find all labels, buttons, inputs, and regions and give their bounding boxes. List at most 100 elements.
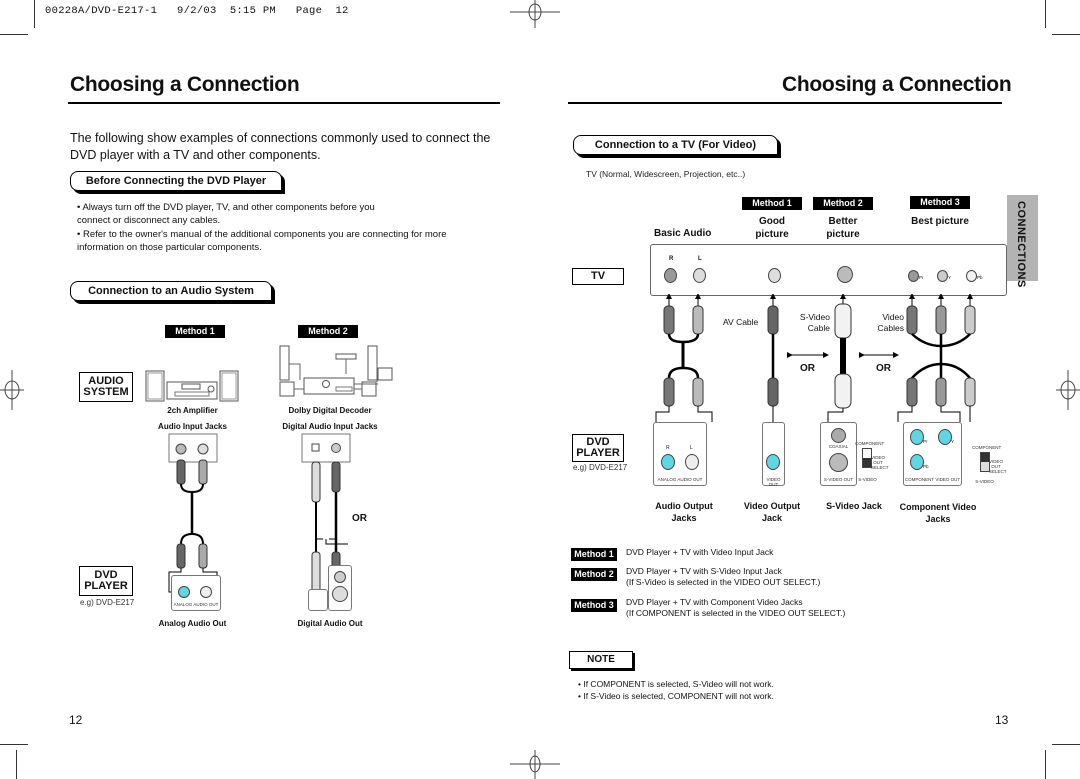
tv-pr-jack [908,270,919,282]
method-1-note-badge: Method 1 [571,548,617,561]
tv-audio-l-jack [693,268,706,283]
tv-back-panel: R L Pr Y Pb [650,244,1007,296]
audio-system-label: AUDIO SYSTEM [79,372,133,402]
quality-best: Best picture [911,216,969,227]
tv-jack-label-pr: Pr [919,275,924,280]
section-heading-tv-connection: Connection to a TV (For Video) [573,135,778,155]
video-cables-label: Video Cables [877,312,904,333]
registration-mark-bottom [510,750,560,779]
analog-audio-out-panel: ANALOG AUDIO OUT [171,575,221,611]
component-pb-jack [910,454,924,470]
panel-caption: COMPONENT VIDEO OUT [904,477,961,482]
basic-audio-label: Basic Audio [654,228,712,239]
tv-label: TV [572,268,624,285]
device-label-dolby-decoder: Dolby Digital Decoder [288,406,372,415]
audio-system-text: AUDIO SYSTEM [83,375,129,398]
registration-mark-top [510,0,560,28]
tv-cable-diagram [655,294,976,422]
note-line: DVD Player + TV with Component Video Jac… [626,597,803,607]
tv-jack-label-pb: Pb [977,275,983,280]
tv-y-jack [937,270,948,282]
method-2-note: DVD Player + TV with S-Video Input Jack … [626,566,820,588]
method-1-badge: Method 1 [742,197,802,210]
side-tab-label: CONNECTIONS [1015,201,1027,288]
title-rule [68,102,500,104]
method-3-note: DVD Player + TV with Component Video Jac… [626,597,845,619]
tv-types-text: TV (Normal, Widescreen, Projection, etc.… [586,169,746,179]
switch-label-component: COMPONENT [855,441,885,446]
device-label-2ch-amplifier: 2ch Amplifier [167,406,218,415]
switch-label-component: COMPONENT [972,445,1002,450]
title-rule [568,102,1002,104]
section-heading-audio-system: Connection to an Audio System [70,281,272,301]
registration-mark-right [1056,370,1080,410]
coaxial-jack [334,571,346,583]
jack-label-l: L [690,445,693,451]
tv-jack-label-y: Y [948,275,952,280]
note-item: • If COMPONENT is selected, S-Video will… [578,679,774,689]
tv-jack-label-r: R [669,256,674,262]
side-tab-connections[interactable]: CONNECTIONS [1007,195,1038,288]
panel-caption: ANALOG AUDIO OUT [657,477,703,482]
dvd-player-label: DVD PLAYER [572,434,624,462]
video-out-jack [766,454,780,470]
switch-label-svideo: S-VIDEO [858,477,877,482]
quality-good: Good picture [755,216,789,240]
av-cable-label: AV Cable [723,317,759,327]
bullet-text: Always turn off the DVD player, TV, and … [77,202,375,226]
component-y-jack [938,429,952,445]
svideo-jack [332,586,348,602]
svideo-out-jack [829,453,848,472]
panel-caption: S-VIDEO OUT [823,477,854,482]
dvd-player-label: DVD PLAYER [79,566,133,596]
bullet-item: • Refer to the owner's manual of the add… [77,229,447,253]
print-slug: 00228A/DVD-E217-1 9/2/03 5:15 PM Page 12 [45,5,349,17]
model-example: e.g) DVD-E217 [80,598,135,607]
analog-l-jack [200,586,212,598]
method-1-badge: Method 1 [165,325,225,338]
video-output-jack-label: Video Output Jack [743,501,801,523]
note-line: (If S-Video is selected in the VIDEO OUT… [626,577,821,587]
method-3-badge: Method 3 [910,196,970,209]
jack-label-pb: Pb [923,464,929,469]
analog-audio-out-label: Analog Audio Out [158,619,227,628]
note-item-text: If COMPONENT is selected, S-Video will n… [583,679,774,689]
method-2-badge: Method 2 [298,325,358,338]
jack-label-r: R [666,445,670,451]
tv-pb-jack [966,270,977,282]
switch-label-svideo: S-VIDEO [975,479,994,484]
method-3-note-badge: Method 3 [571,599,617,612]
analog-r-jack [661,454,675,470]
or-label: OR [352,513,367,524]
tv-jack-label-l: L [698,256,702,262]
analog-r-jack [178,586,190,598]
jack-label-y: Y [951,439,955,444]
jack-label-pr: Pr [923,439,928,444]
method-2-note-badge: Method 2 [571,568,617,581]
dvd-player-text: DVD PLAYER [576,436,620,459]
note-item: • If S-Video is selected, COMPONENT will… [578,691,774,701]
coaxial-jack [831,428,846,443]
digital-audio-out-label: Digital Audio Out [297,619,363,628]
panel-caption: ANALOG AUDIO OUT [173,602,219,607]
bullet-text: Refer to the owner's manual of the addit… [77,229,447,253]
note-item-text: If S-Video is selected, COMPONENT will n… [583,691,774,701]
tv-video-jack [768,268,781,283]
model-example: e.g) DVD-E217 [573,463,628,472]
switch-label-select: VIDEO OUT SELECT [989,459,1007,474]
coaxial-label: COAXIAL [828,444,849,449]
intro-text: The following show examples of connectio… [70,131,491,162]
note-line: DVD Player + TV with S-Video Input Jack [626,566,782,576]
or-label-1: OR [800,363,815,374]
analog-l-jack [685,454,699,470]
svideo-cable-label: S-Video Cable [799,312,830,333]
optical-out-jack [308,589,328,611]
digital-audio-input-jacks-label: Digital Audio Input Jacks [282,422,378,431]
page-number-right: 13 [995,713,1009,727]
registration-mark-left [0,370,24,410]
note-line: (If COMPONENT is selected in the VIDEO O… [626,608,846,618]
quality-better: Better picture [826,216,860,240]
audio-output-jacks-label: Audio Output Jacks [655,501,713,523]
section-heading-before-connecting: Before Connecting the DVD Player [70,171,282,191]
page-number-left: 12 [69,713,83,727]
